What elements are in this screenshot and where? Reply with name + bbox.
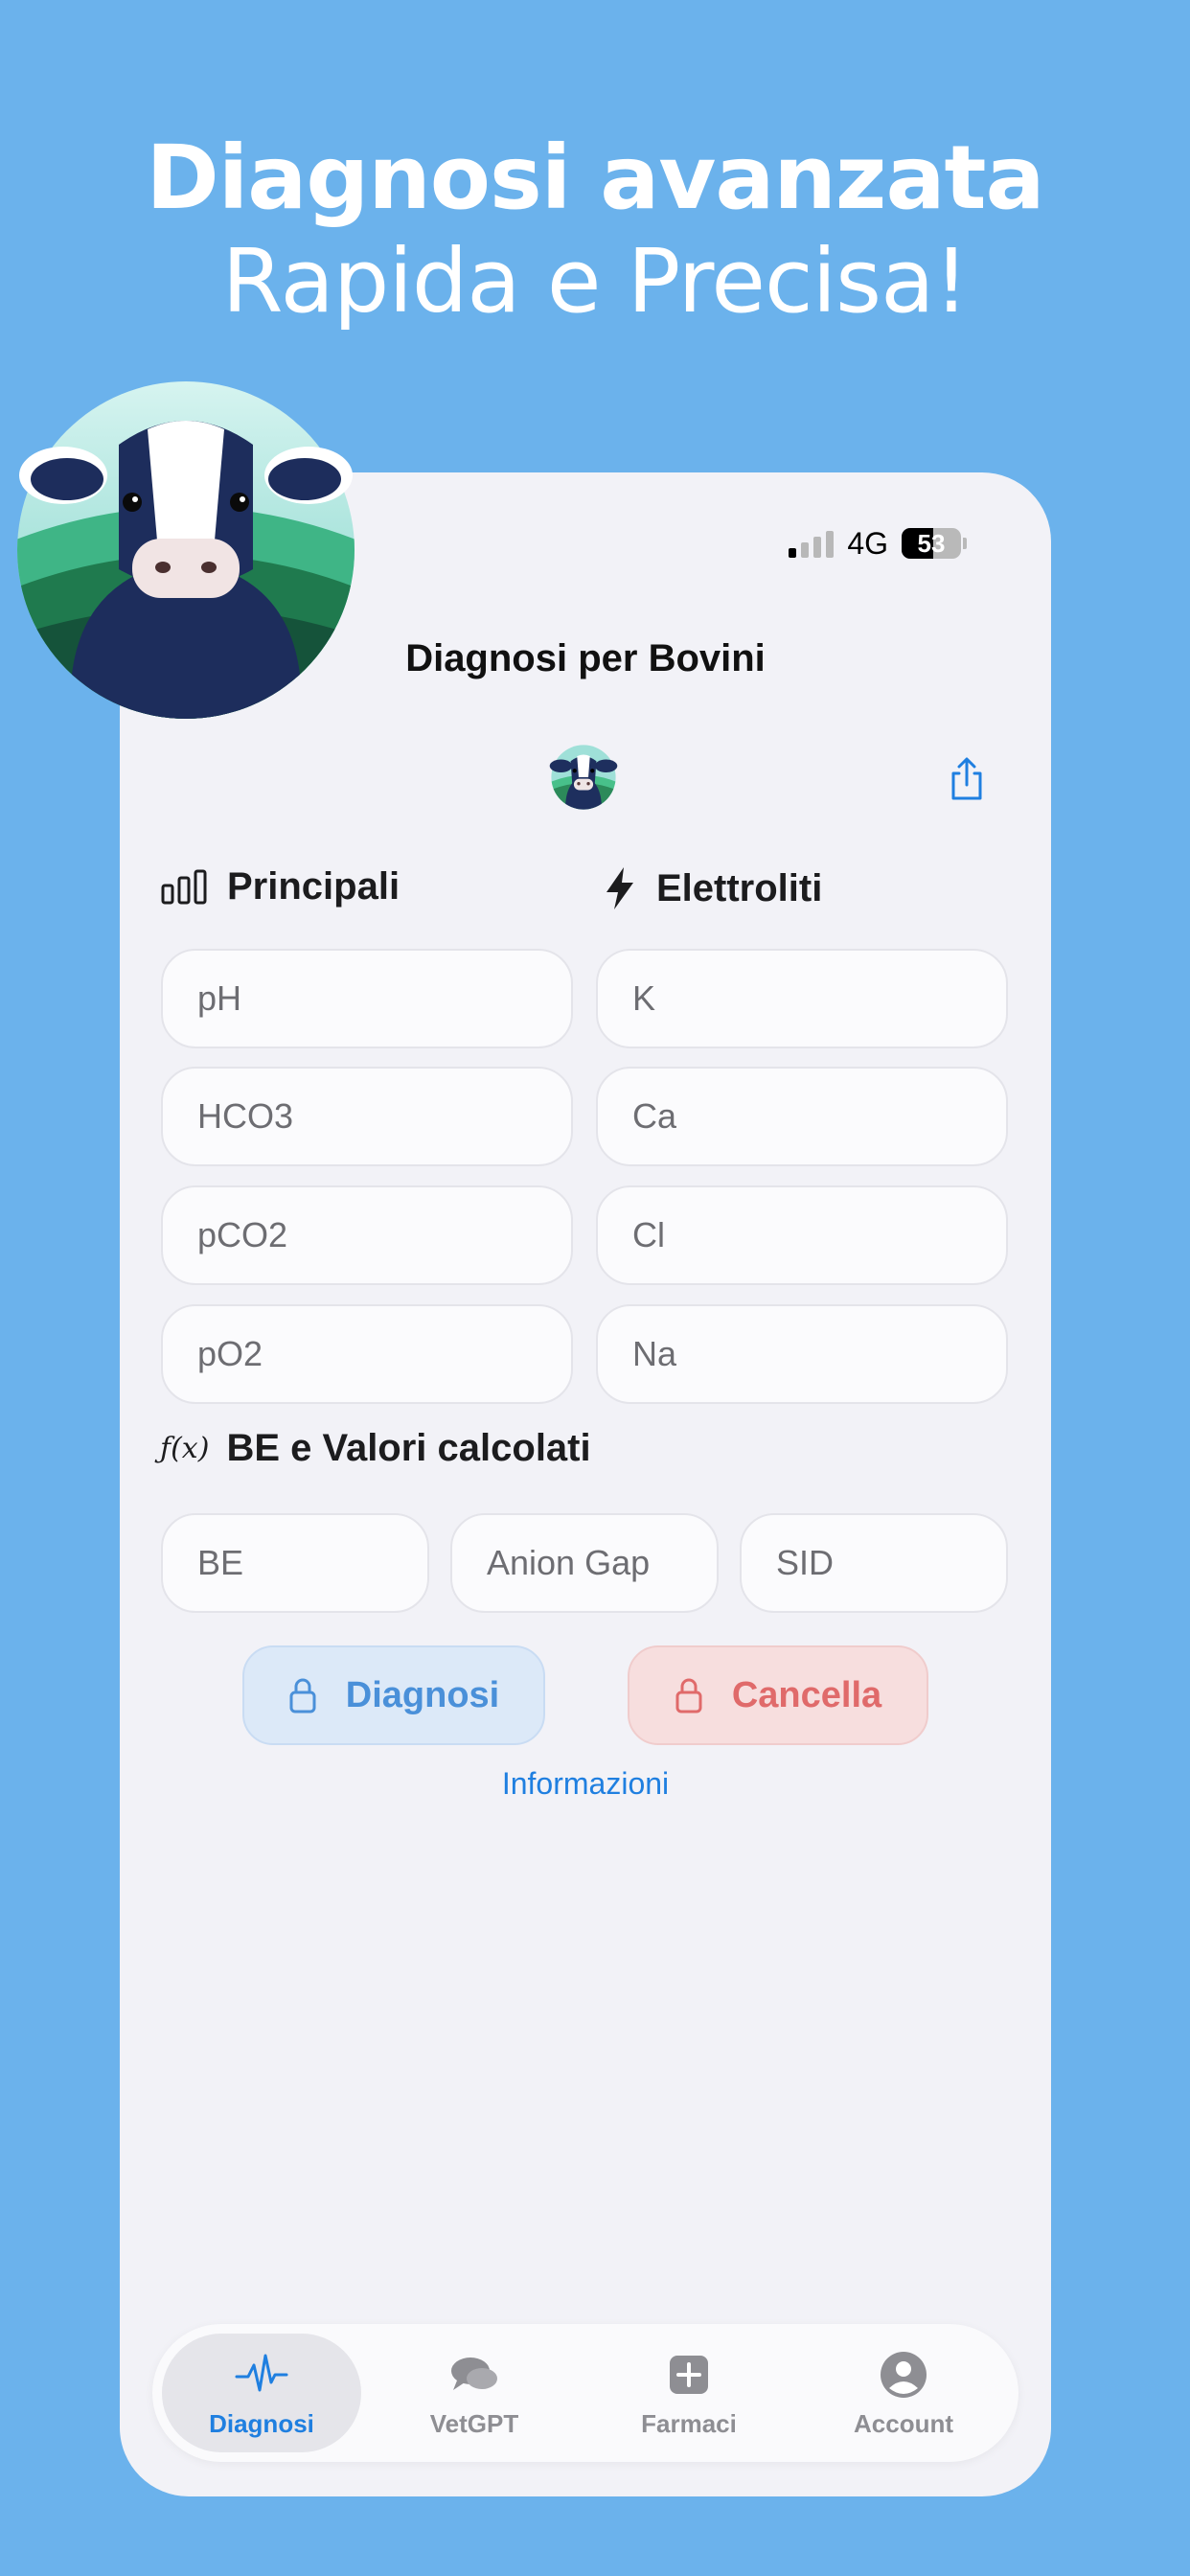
person-circle-icon [881,2351,927,2398]
phone-screen: 4G 53 Diagnosi per Bovini Principali Ele… [120,472,1051,2496]
be-input[interactable]: BE [161,1513,429,1613]
headline-subtitle: Rapida e Precisa! [221,230,970,333]
cancella-button-label: Cancella [731,1674,882,1715]
section-elettroliti-title: Elettroliti [656,866,823,909]
section-calcolati-title: BE e Valori calcolati [226,1427,591,1469]
headline-title: Diagnosi avanzata [146,126,1044,229]
tab-diagnosi[interactable]: Diagnosi [162,2334,361,2452]
na-input[interactable]: Na [596,1304,1008,1404]
section-principali-title: Principali [227,865,400,908]
pco2-input[interactable]: pCO2 [161,1185,573,1285]
tab-bar: Diagnosi VetGPT Farmaci Account [152,2324,1018,2462]
diagnosi-button-label: Diagnosi [345,1674,500,1715]
tab-account[interactable]: Account [804,2334,1003,2452]
tab-diagnosi-label: Diagnosi [209,2408,314,2438]
promo-headline: Diagnosi avanzata Rapida e Precisa! [0,125,1190,332]
network-label: 4G [847,525,888,561]
plus-square-icon [670,2355,708,2394]
lock-icon [289,1678,316,1714]
signal-icon [789,529,835,558]
k-input[interactable]: K [596,949,1008,1048]
tab-account-label: Account [854,2408,953,2438]
share-icon[interactable] [946,756,988,802]
bolt-icon [606,867,633,909]
diagnosi-button[interactable]: Diagnosi [242,1645,545,1745]
ph-input[interactable]: pH [161,949,573,1048]
cl-input[interactable]: Cl [596,1185,1008,1285]
tab-vetgpt[interactable]: VetGPT [375,2334,574,2452]
section-elettroliti: Elettroliti [601,865,822,911]
ca-input[interactable]: Ca [596,1067,1008,1166]
cow-mascot-icon [17,381,355,719]
section-calcolati: ƒ(x) BE e Valori calcolati [160,1427,591,1470]
hco3-input[interactable]: HCO3 [161,1067,573,1166]
battery-tip [963,538,967,549]
sid-input[interactable]: SID [740,1513,1008,1613]
po2-input[interactable]: pO2 [161,1304,573,1404]
tab-farmaci-label: Farmaci [641,2408,737,2438]
function-icon: ƒ(x) [160,1432,210,1465]
chat-bubbles-icon [451,2357,497,2390]
waveform-icon [235,2354,288,2391]
section-principali: Principali [160,865,400,908]
lock-icon [675,1678,702,1714]
chart-bars-icon [161,869,207,904]
battery-icon: 53 [902,528,961,559]
battery-level: 53 [917,528,946,558]
status-bar: 4G 53 [789,524,967,563]
cow-logo-icon [549,745,618,810]
anion-gap-input[interactable]: Anion Gap [450,1513,719,1613]
tab-vetgpt-label: VetGPT [429,2408,519,2438]
informazioni-link[interactable]: Informazioni [120,1766,1051,1802]
cancella-button[interactable]: Cancella [628,1645,928,1745]
tab-farmaci[interactable]: Farmaci [589,2334,789,2452]
